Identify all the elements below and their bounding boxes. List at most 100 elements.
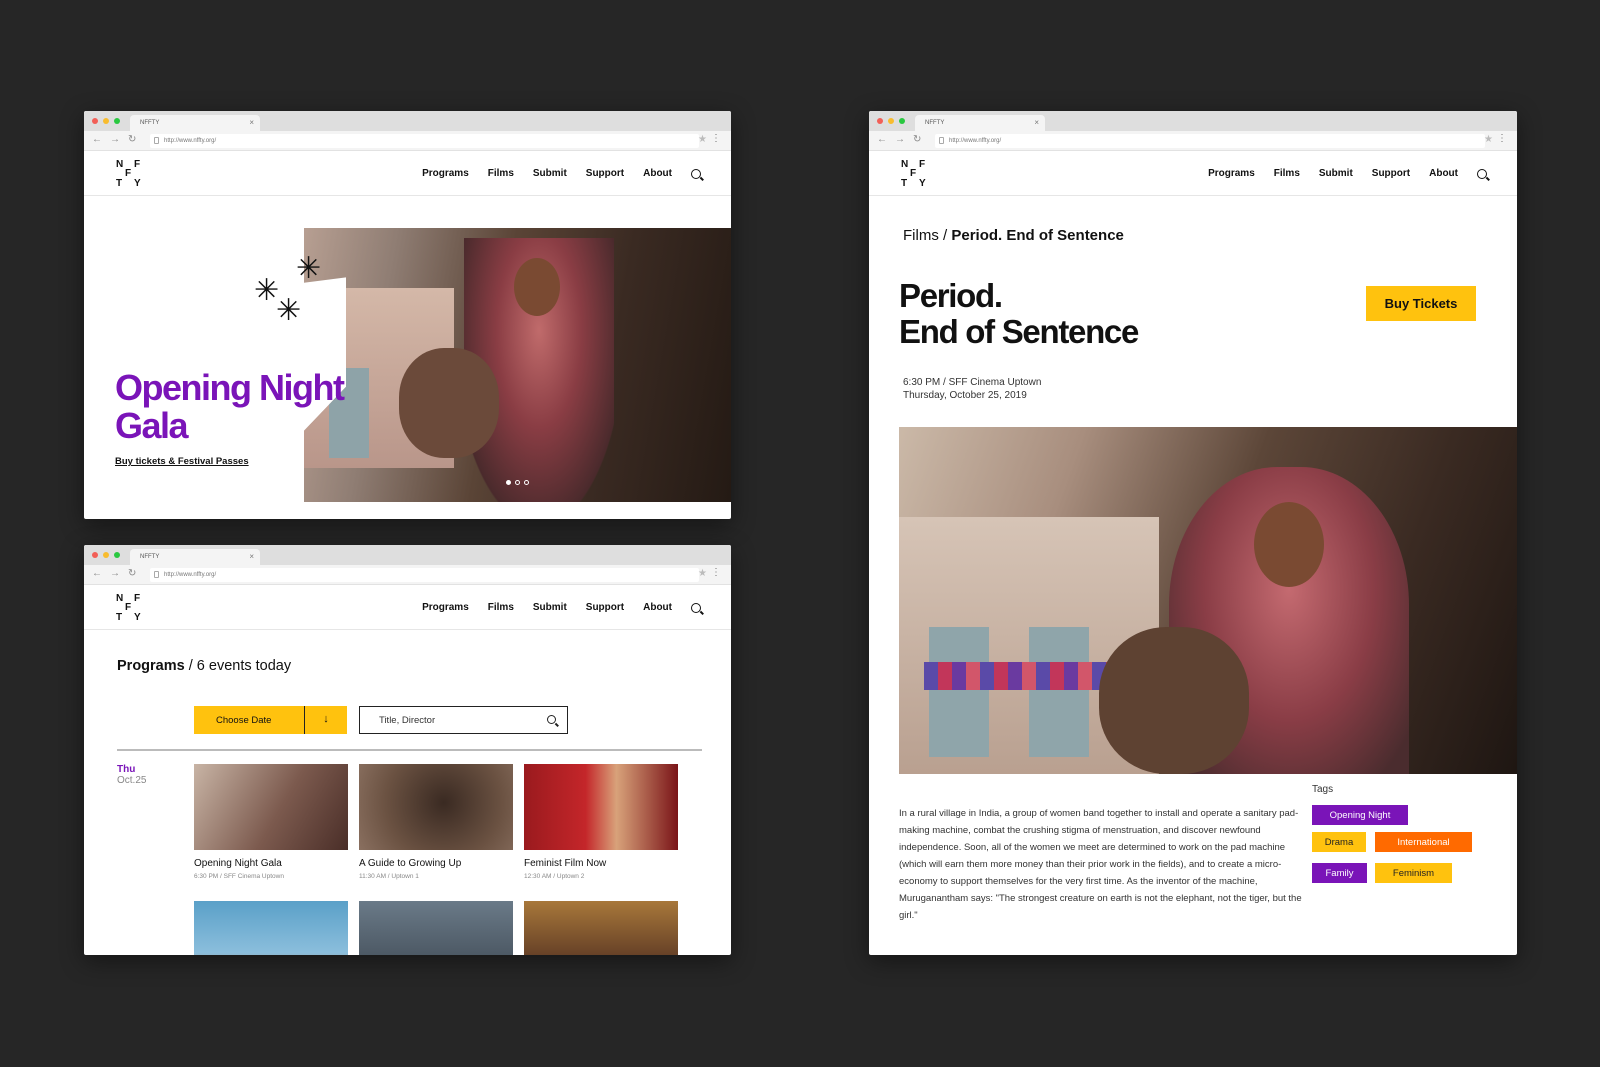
event-thumbnail[interactable] [359,901,513,955]
reload-icon[interactable]: ↻ [913,134,921,145]
forward-arrow-icon[interactable]: → [895,134,905,145]
tag-international[interactable]: International [1375,832,1472,852]
nav-submit[interactable]: Submit [533,168,567,179]
search-icon[interactable] [691,168,701,179]
tag-feminism[interactable]: Feminism [1375,863,1452,883]
carousel-dot[interactable] [515,480,520,485]
event-thumbnail[interactable] [524,764,678,850]
nav-about[interactable]: About [643,168,672,179]
film-still-door [1029,627,1089,757]
breadcrumb-current: Period. End of Sentence [951,227,1124,244]
tags-label: Tags [1312,784,1334,795]
nffty-logo[interactable]: N F F T Y [116,593,146,623]
close-tab-icon[interactable]: × [249,552,254,561]
buy-tickets-button[interactable]: Buy Tickets [1366,286,1476,321]
browser-menu-icon[interactable]: ⋮ [1497,133,1507,144]
tag-family[interactable]: Family [1312,863,1367,883]
browser-menu-icon[interactable]: ⋮ [711,567,721,578]
close-window-button[interactable] [92,552,98,558]
logo-letter: N [116,593,124,604]
event-thumbnail[interactable] [359,764,513,850]
browser-tab[interactable]: NFFTY × [130,115,260,131]
event-thumbnail[interactable] [194,764,348,850]
maximize-window-button[interactable] [899,118,905,124]
forward-arrow-icon[interactable]: → [110,568,120,579]
bookmark-star-icon[interactable]: ★ [698,134,707,145]
close-tab-icon[interactable]: × [1034,118,1039,127]
browser-tab[interactable]: NFFTY × [915,115,1045,131]
nav-programs[interactable]: Programs [1208,168,1255,179]
browser-tab-title: NFFTY [140,554,160,560]
nffty-logo[interactable]: N F F T Y [116,159,146,189]
sparkle-icon: ✳ [276,294,302,327]
tag-drama[interactable]: Drama [1312,832,1366,852]
search-icon[interactable] [547,715,556,724]
browser-tab[interactable]: NFFTY × [130,549,260,565]
close-window-button[interactable] [92,118,98,124]
site-header: N F F T Y Programs Films Submit Support … [869,151,1517,196]
breadcrumb-films[interactable]: Films [903,227,939,244]
address-bar[interactable]: http://www.nffty.org/ [150,568,699,582]
arrow-down-icon[interactable]: ↓ [304,706,347,734]
event-meta: 6:30 PM / SFF Cinema Uptown [194,873,284,880]
event-title[interactable]: Opening Night Gala [194,858,282,869]
event-thumbnail[interactable] [524,901,678,955]
nav-films[interactable]: Films [1274,168,1300,179]
choose-date-dropdown[interactable]: Choose Date ↓ [194,706,347,734]
film-still-image [899,427,1517,774]
minimize-window-button[interactable] [888,118,894,124]
minimize-window-button[interactable] [103,552,109,558]
nav-support[interactable]: Support [1372,168,1410,179]
browser-menu-icon[interactable]: ⋮ [711,133,721,144]
site-header: N F F T Y Programs Films Submit Support … [84,585,731,630]
address-bar[interactable]: http://www.nffty.org/ [935,134,1485,148]
film-title: Period. End of Sentence [899,278,1139,350]
forward-arrow-icon[interactable]: → [110,134,120,145]
buy-passes-link[interactable]: Buy tickets & Festival Passes [115,456,249,467]
address-bar-url: http://www.nffty.org/ [164,572,217,578]
maximize-window-button[interactable] [114,552,120,558]
nffty-logo[interactable]: N F F T Y [901,159,931,189]
bookmark-star-icon[interactable]: ★ [1484,134,1493,145]
nav-films[interactable]: Films [488,602,514,613]
program-search-input[interactable]: Title, Director [359,706,568,734]
hero-title: Opening Night Gala [115,367,345,445]
close-tab-icon[interactable]: × [249,118,254,127]
event-thumbnail[interactable] [194,901,348,955]
reload-icon[interactable]: ↻ [128,568,136,579]
nav-programs[interactable]: Programs [422,602,469,613]
nav-submit[interactable]: Submit [533,602,567,613]
nav-submit[interactable]: Submit [1319,168,1353,179]
back-arrow-icon[interactable]: ← [92,134,102,145]
bookmark-star-icon[interactable]: ★ [698,568,707,579]
nav-films[interactable]: Films [488,168,514,179]
minimize-window-button[interactable] [103,118,109,124]
event-title[interactable]: A Guide to Growing Up [359,858,461,869]
close-window-button[interactable] [877,118,883,124]
nav-programs[interactable]: Programs [422,168,469,179]
nav-about[interactable]: About [643,602,672,613]
screening-info: 6:30 PM / SFF Cinema Uptown Thursday, Oc… [903,376,1041,402]
nav-support[interactable]: Support [586,602,624,613]
address-bar[interactable]: http://www.nffty.org/ [150,134,699,148]
hero-title-line1: Opening Night [115,367,345,408]
sparkle-icon: ✳ [296,252,322,285]
browser-toolbar: ← → ↻ http://www.nffty.org/ ★ ⋮ [869,131,1517,151]
browser-window-programs: NFFTY × ← → ↻ http://www.nffty.org/ ★ ⋮ … [84,545,731,955]
carousel-dot[interactable] [506,480,511,485]
nav-support[interactable]: Support [586,168,624,179]
search-icon[interactable] [691,602,701,613]
logo-letter: F [125,602,132,613]
nav-about[interactable]: About [1429,168,1458,179]
reload-icon[interactable]: ↻ [128,134,136,145]
event-title[interactable]: Feminist Film Now [524,858,606,869]
carousel-dot[interactable] [524,480,529,485]
event-meta: 12:30 AM / Uptown 2 [524,873,585,880]
maximize-window-button[interactable] [114,118,120,124]
tag-opening-night[interactable]: Opening Night [1312,805,1408,825]
search-icon[interactable] [1477,168,1487,179]
back-arrow-icon[interactable]: ← [877,134,887,145]
choose-date-label: Choose Date [216,715,272,726]
back-arrow-icon[interactable]: ← [92,568,102,579]
browser-window-film: NFFTY × ← → ↻ http://www.nffty.org/ ★ ⋮ … [869,111,1517,955]
